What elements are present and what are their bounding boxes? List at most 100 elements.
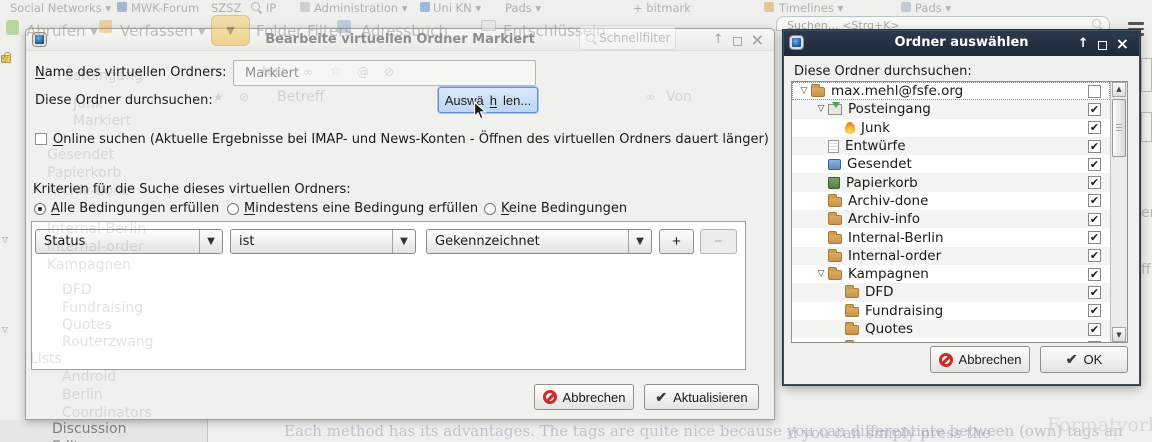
- check-icon: ✔: [655, 389, 667, 406]
- tree-row[interactable]: ▽Entwürfe✔: [792, 137, 1110, 155]
- sq3-icon: [420, 2, 430, 12]
- minimize-button[interactable]: ↑: [1078, 35, 1089, 52]
- folder-icon: [828, 234, 842, 244]
- ghost-text: Discussion: [52, 421, 126, 437]
- folder-name: Papierkorb: [846, 175, 918, 191]
- dropdown-value: ist: [231, 234, 392, 249]
- minimize-button[interactable]: ↑: [713, 31, 724, 48]
- folder-checkbox[interactable]: [1088, 341, 1101, 343]
- check-icon: ✔: [1066, 351, 1078, 368]
- watermark-text: Formatvorlage: [1047, 414, 1152, 436]
- lock-icon: [1, 55, 11, 63]
- rule-field-dropdown[interactable]: Status ▼: [35, 229, 223, 254]
- close-button[interactable]: ×: [751, 31, 764, 48]
- folder-checkbox[interactable]: ✔: [1088, 158, 1101, 171]
- dropdown-value: Status: [36, 234, 199, 249]
- folder-checkbox[interactable]: ✔: [1088, 323, 1101, 336]
- choose-folders-button[interactable]: Auswählen...: [438, 87, 538, 113]
- dialog-title: Bearbeite virtuellen Ordner Markiert: [26, 32, 774, 47]
- folder-checkbox[interactable]: ✔: [1088, 304, 1101, 317]
- dialog-titlebar[interactable]: Ordner auswählen ↑ ×: [784, 31, 1139, 56]
- criteria-box: Status ▼ ist ▼ Gekennzeichnet ▼ + −: [31, 221, 746, 370]
- rule-operator-dropdown[interactable]: ist ▼: [230, 229, 416, 254]
- ghost-text: Pads ▾: [505, 1, 541, 15]
- select-folders-dialog: Ordner auswählen ↑ × Diese Ordner durchs…: [783, 30, 1140, 385]
- tree-row[interactable]: ▽Quotes✔: [792, 320, 1110, 338]
- folder-icon: [828, 197, 842, 207]
- folder-checkbox[interactable]: ✔: [1088, 176, 1101, 189]
- ghost-text: ff: [1141, 262, 1151, 278]
- folder-checkbox[interactable]: ✔: [1088, 194, 1101, 207]
- virtual-folder-name-input[interactable]: [233, 60, 536, 86]
- mouse-cursor: [473, 101, 487, 121]
- folder-name: Quotes: [865, 321, 913, 337]
- edit-virtual-folder-dialog: Bearbeite virtuellen Ordner Markiert ↑ ×…: [25, 28, 775, 420]
- ghost-text: SZSZ: [211, 1, 241, 15]
- folder-name: Fundraising: [865, 303, 943, 319]
- sq4-icon: [764, 2, 774, 12]
- scroll-down-button[interactable]: ▼: [1112, 327, 1126, 342]
- ok-button[interactable]: ✔ OK: [1040, 346, 1128, 373]
- folder-checkbox[interactable]: ✔: [1088, 121, 1101, 134]
- tree-row[interactable]: ▽DFD✔: [792, 283, 1110, 301]
- scrollbar-thumb[interactable]: [1112, 99, 1126, 157]
- tree-row[interactable]: ▽Fundraising✔: [792, 302, 1110, 320]
- inbox-icon: [828, 104, 842, 115]
- scrollbar[interactable]: ▲ ▼: [1110, 82, 1127, 342]
- cancel-button[interactable]: Abbrechen: [534, 384, 634, 410]
- search-online-checkbox[interactable]: [35, 133, 47, 145]
- folders-to-search-label: Diese Ordner durchsuchen:: [35, 93, 213, 108]
- tree-expander-ghost: ▽: [2, 55, 8, 64]
- tree-row[interactable]: ▽Archiv-info✔: [792, 210, 1110, 228]
- expander-icon[interactable]: ▽: [814, 269, 828, 279]
- tree-row[interactable]: ▽Archiv-done✔: [792, 192, 1110, 210]
- tree-row[interactable]: ▽Gesendet✔: [792, 155, 1110, 173]
- tree-row[interactable]: ▽Posteingang✔: [792, 100, 1110, 118]
- folder-checkbox[interactable]: ✔: [1088, 286, 1101, 299]
- folder-checkbox[interactable]: ✔: [1088, 103, 1101, 116]
- cancel-label: Abbrechen: [563, 390, 626, 405]
- radio-match-any[interactable]: Mindestens eine Bedingung erfüllen: [227, 201, 478, 216]
- update-button[interactable]: ✔ Aktualisieren: [644, 384, 759, 410]
- webpage-text: Each method has its advantages. The tags…: [284, 422, 1123, 440]
- tree-row[interactable]: ▽Papierkorb✔: [792, 173, 1110, 191]
- webpage-text: d you can simply press the: [788, 424, 991, 442]
- dialog-titlebar[interactable]: Bearbeite virtuellen Ordner Markiert ↑ ×: [26, 29, 774, 51]
- radio-match-all[interactable]: Alle Bedingungen erfüllen: [34, 201, 219, 216]
- tree-row[interactable]: ▽Internal-Berlin✔: [792, 228, 1110, 246]
- draft-icon: [828, 140, 839, 153]
- close-button[interactable]: ×: [1116, 35, 1129, 52]
- cancel-icon: [543, 390, 557, 404]
- tree-row[interactable]: ▽Internal-order✔: [792, 247, 1110, 265]
- tree-row[interactable]: ▽max.mehl@fsfe.org: [792, 82, 1110, 100]
- tree-row[interactable]: ▽: [792, 338, 1110, 343]
- ghost-text: MWK-Forum: [131, 1, 199, 15]
- rule-value-dropdown[interactable]: Gekennzeichnet ▼: [426, 229, 652, 254]
- folder-checkbox[interactable]: ✔: [1088, 249, 1101, 262]
- add-rule-button[interactable]: +: [659, 229, 694, 254]
- chevron-down-icon: ▼: [199, 230, 222, 253]
- maximize-button[interactable]: [733, 37, 742, 46]
- folder-checkbox[interactable]: ✔: [1088, 213, 1101, 226]
- radio-match-none[interactable]: Keine Bedingungen: [484, 201, 627, 216]
- folder-pane-strip: [0, 420, 207, 442]
- ghost-text: en: [1141, 205, 1152, 221]
- scroll-up-button[interactable]: ▲: [1112, 82, 1126, 97]
- folder-checkbox[interactable]: ✔: [1088, 268, 1101, 281]
- radio-icon: [484, 203, 496, 215]
- expander-icon[interactable]: ▽: [814, 104, 828, 114]
- edge-button-ghost: [1141, 112, 1152, 142]
- folder-checkbox[interactable]: ✔: [1088, 231, 1101, 244]
- junk-icon: [845, 122, 855, 134]
- ok-label: OK: [1083, 352, 1102, 367]
- maximize-button[interactable]: [1098, 41, 1107, 50]
- expander-icon[interactable]: ▽: [797, 86, 811, 96]
- tree-row[interactable]: ▽Kampagnen✔: [792, 265, 1110, 283]
- tree-row[interactable]: ▽Junk✔: [792, 119, 1110, 137]
- tree-expander-ghost: ▽: [2, 235, 8, 244]
- cancel-button[interactable]: Abbrechen: [930, 346, 1030, 373]
- remove-rule-button[interactable]: −: [700, 229, 737, 254]
- radio-icon: [34, 203, 46, 215]
- folder-checkbox[interactable]: ✔: [1088, 140, 1101, 153]
- folder-checkbox[interactable]: [1088, 85, 1101, 98]
